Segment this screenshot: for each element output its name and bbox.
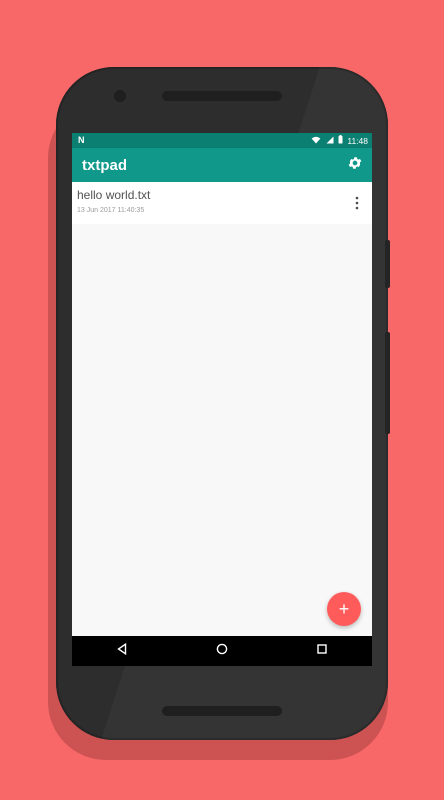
status-bar: N 11:48 [72,133,372,148]
home-icon [216,642,228,660]
device-preview: N 11:48 txtpad hello world.txt 13 Jun 20… [0,0,444,800]
add-file-button[interactable]: + [327,592,361,626]
front-camera [114,90,126,102]
volume-button [385,332,390,434]
app-bar: txtpad [72,148,372,182]
recents-icon [316,642,328,660]
file-date: 13 Jun 2017 11:40:35 [77,207,145,214]
gear-icon [347,155,363,176]
recents-button[interactable] [310,639,334,663]
plus-icon: + [338,599,350,619]
file-name: hello world.txt [77,188,151,202]
more-vertical-icon [355,196,359,210]
signal-icon [325,136,334,146]
back-icon [116,642,128,660]
earpiece-speaker [162,91,282,101]
status-right: 11:48 [311,135,368,146]
battery-icon [338,135,343,146]
status-time: 11:48 [347,135,368,146]
more-options-button[interactable] [352,196,362,210]
back-button[interactable] [110,639,134,663]
home-button[interactable] [210,639,234,663]
list-item[interactable]: hello world.txt 13 Jun 2017 11:40:35 [72,182,372,224]
bottom-speaker [162,706,282,716]
file-list: hello world.txt 13 Jun 2017 11:40:35 + [72,182,372,636]
app-title: txtpad [82,156,127,174]
wifi-icon [311,136,321,146]
power-button [385,240,390,288]
n-icon: N [78,135,85,145]
phone-screen: N 11:48 txtpad hello world.txt 13 Jun 20… [72,133,372,666]
navigation-bar [72,636,372,666]
settings-button[interactable] [346,156,364,174]
status-left: N [78,136,85,145]
